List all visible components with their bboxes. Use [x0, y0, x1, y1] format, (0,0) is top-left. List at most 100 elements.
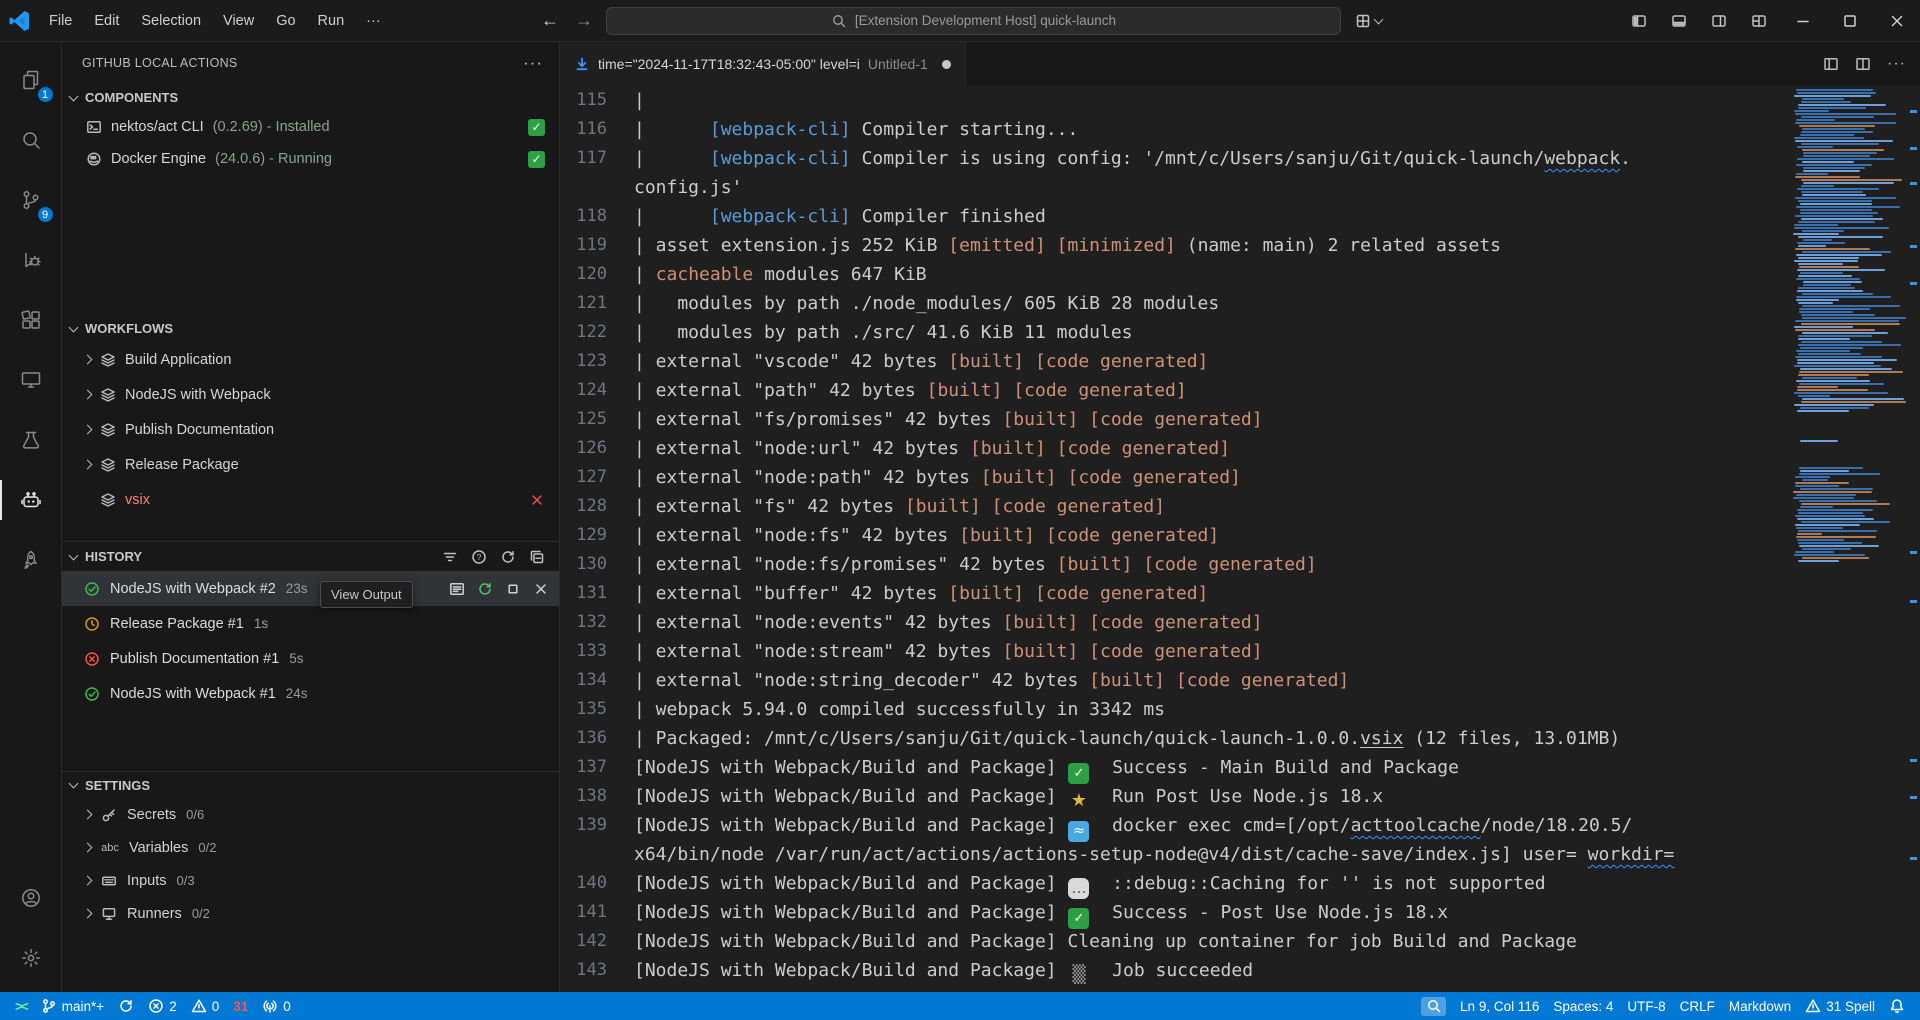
editor-line[interactable]: 119| asset extension.js 252 KiB [emitted…	[560, 231, 1790, 260]
history-item[interactable]: NodeJS with Webpack #124s	[62, 676, 559, 711]
line-number[interactable]: 142	[560, 927, 634, 956]
help-button[interactable]: ?	[471, 549, 487, 565]
menu-file[interactable]: File	[38, 7, 83, 35]
editor-line[interactable]: 129| external "node:fs" 42 bytes [built]…	[560, 521, 1790, 550]
line-number[interactable]: 141	[560, 898, 634, 927]
line-number[interactable]: 119	[560, 231, 634, 260]
line-number[interactable]: 126	[560, 434, 634, 463]
line-number[interactable]: 117	[560, 144, 634, 173]
editor-line[interactable]: 121| modules by path ./node_modules/ 605…	[560, 289, 1790, 318]
editor-line[interactable]: 135| webpack 5.94.0 compiled successfull…	[560, 695, 1790, 724]
activitybar-testing[interactable]	[0, 410, 62, 470]
line-number[interactable]: 122	[560, 318, 634, 347]
toggle-sidebar-button[interactable]	[1619, 0, 1659, 41]
editor-line[interactable]: x64/bin/node /var/run/act/actions/action…	[560, 840, 1790, 869]
editor-line[interactable]: 115|	[560, 86, 1790, 115]
settings-item-inputs[interactable]: Inputs0/3	[62, 864, 559, 897]
activitybar-settings-gear[interactable]	[0, 928, 62, 988]
menu-edit[interactable]: Edit	[83, 7, 130, 35]
editor-line[interactable]: 117| [webpack-cli] Compiler is using con…	[560, 144, 1790, 173]
workflow-item[interactable]: NodeJS with Webpack	[62, 377, 559, 412]
activitybar-run-debug[interactable]	[0, 230, 62, 290]
line-number[interactable]: 116	[560, 115, 634, 144]
line-number[interactable]: 139	[560, 811, 634, 840]
remote-indicator[interactable]: ><	[8, 992, 34, 1020]
line-number[interactable]: 140	[560, 869, 634, 898]
line-number[interactable]: 129	[560, 521, 634, 550]
dismiss-button[interactable]	[533, 581, 549, 597]
ports[interactable]: 0	[255, 992, 298, 1020]
line-number[interactable]: 128	[560, 492, 634, 521]
menu-run[interactable]: Run	[307, 7, 356, 35]
problems-errors[interactable]: 2	[141, 992, 184, 1020]
line-number[interactable]: 133	[560, 637, 634, 666]
line-number[interactable]: 136	[560, 724, 634, 753]
zoom-indicator[interactable]	[1414, 992, 1453, 1020]
search-input[interactable]: [Extension Development Host] quick-launc…	[606, 7, 1341, 35]
editor-line[interactable]: 141[NodeJS with Webpack/Build and Packag…	[560, 898, 1790, 927]
refresh-button[interactable]	[500, 549, 516, 565]
layout-control-button[interactable]	[1355, 13, 1382, 29]
error-count[interactable]: 31	[226, 992, 255, 1020]
editor-line[interactable]: 142[NodeJS with Webpack/Build and Packag…	[560, 927, 1790, 956]
line-number[interactable]: 123	[560, 347, 634, 376]
activitybar-search[interactable]	[0, 110, 62, 170]
line-number[interactable]: 134	[560, 666, 634, 695]
toggle-secondary-sidebar-button[interactable]	[1699, 0, 1739, 41]
editor-content[interactable]: 115|116| [webpack-cli] Compiler starting…	[560, 86, 1920, 992]
line-number[interactable]: 135	[560, 695, 634, 724]
line-number[interactable]: 138	[560, 782, 634, 811]
editor-line[interactable]: 116| [webpack-cli] Compiler starting...	[560, 115, 1790, 144]
editor-line[interactable]: 134| external "node:string_decoder" 42 b…	[560, 666, 1790, 695]
language-mode[interactable]: Markdown	[1722, 992, 1798, 1020]
split-editor-button[interactable]	[1855, 56, 1871, 72]
line-number[interactable]: 127	[560, 463, 634, 492]
sync-status[interactable]	[111, 992, 141, 1020]
customize-layout-button[interactable]	[1739, 0, 1779, 41]
editor-line[interactable]: 143[NodeJS with Webpack/Build and Packag…	[560, 956, 1790, 985]
open-changes-button[interactable]	[1823, 56, 1839, 72]
cursor-position[interactable]: Ln 9, Col 116	[1453, 992, 1546, 1020]
dirty-indicator[interactable]	[942, 60, 951, 69]
editor-line[interactable]: 131| external "buffer" 42 bytes [built] …	[560, 579, 1790, 608]
tab-untitled-1[interactable]: time="2024-11-17T18:32:43-05:00" level=i…	[560, 42, 966, 86]
line-number[interactable]	[560, 173, 634, 202]
editor-line[interactable]: 123| external "vscode" 42 bytes [built] …	[560, 347, 1790, 376]
stop-button[interactable]	[505, 581, 521, 597]
line-number[interactable]: 125	[560, 405, 634, 434]
go-forward-button[interactable]: →	[572, 10, 596, 31]
editor-line[interactable]: 128| external "fs" 42 bytes [built] [cod…	[560, 492, 1790, 521]
notifications[interactable]	[1882, 992, 1912, 1020]
workflow-item[interactable]: Publish Documentation	[62, 412, 559, 447]
editor-line[interactable]: 139[NodeJS with Webpack/Build and Packag…	[560, 811, 1790, 840]
settings-item-runners[interactable]: Runners0/2	[62, 897, 559, 930]
line-number[interactable]: 131	[560, 579, 634, 608]
line-number[interactable]: 120	[560, 260, 634, 289]
editor-line[interactable]: 138[NodeJS with Webpack/Build and Packag…	[560, 782, 1790, 811]
sidebar-more-actions-button[interactable]: ···	[523, 53, 543, 73]
editor-line[interactable]: 118| [webpack-cli] Compiler finished	[560, 202, 1790, 231]
activitybar-source-control[interactable]: 9	[0, 170, 62, 230]
menu-more-button[interactable]: ···	[355, 7, 392, 35]
line-number[interactable]: 115	[560, 86, 634, 115]
workflow-item[interactable]: Build Application	[62, 342, 559, 377]
section-settings[interactable]: SETTINGS	[62, 771, 559, 798]
toggle-panel-button[interactable]	[1659, 0, 1699, 41]
indentation[interactable]: Spaces: 4	[1546, 992, 1620, 1020]
activitybar-explorer[interactable]: 1	[0, 50, 62, 110]
editor-line[interactable]: 124| external "path" 42 bytes [built] [c…	[560, 376, 1790, 405]
eol[interactable]: CRLF	[1673, 992, 1722, 1020]
activitybar-remote-explorer[interactable]	[0, 350, 62, 410]
editor-line[interactable]: 132| external "node:events" 42 bytes [bu…	[560, 608, 1790, 637]
section-workflows[interactable]: WORKFLOWS	[62, 315, 559, 342]
editor-line[interactable]: 126| external "node:url" 42 bytes [built…	[560, 434, 1790, 463]
editor-line[interactable]: 136| Packaged: /mnt/c/Users/sanju/Git/qu…	[560, 724, 1790, 753]
editor-line[interactable]: config.js'	[560, 173, 1790, 202]
workflow-error-icon[interactable]	[529, 492, 545, 508]
history-item[interactable]: NodeJS with Webpack #223s	[62, 571, 559, 606]
editor-line[interactable]: 120| cacheable modules 647 KiB	[560, 260, 1790, 289]
menu-go[interactable]: Go	[265, 7, 306, 35]
editor-line[interactable]: 140[NodeJS with Webpack/Build and Packag…	[560, 869, 1790, 898]
editor-line[interactable]: 130| external "node:fs/promises" 42 byte…	[560, 550, 1790, 579]
line-number[interactable]: 118	[560, 202, 634, 231]
